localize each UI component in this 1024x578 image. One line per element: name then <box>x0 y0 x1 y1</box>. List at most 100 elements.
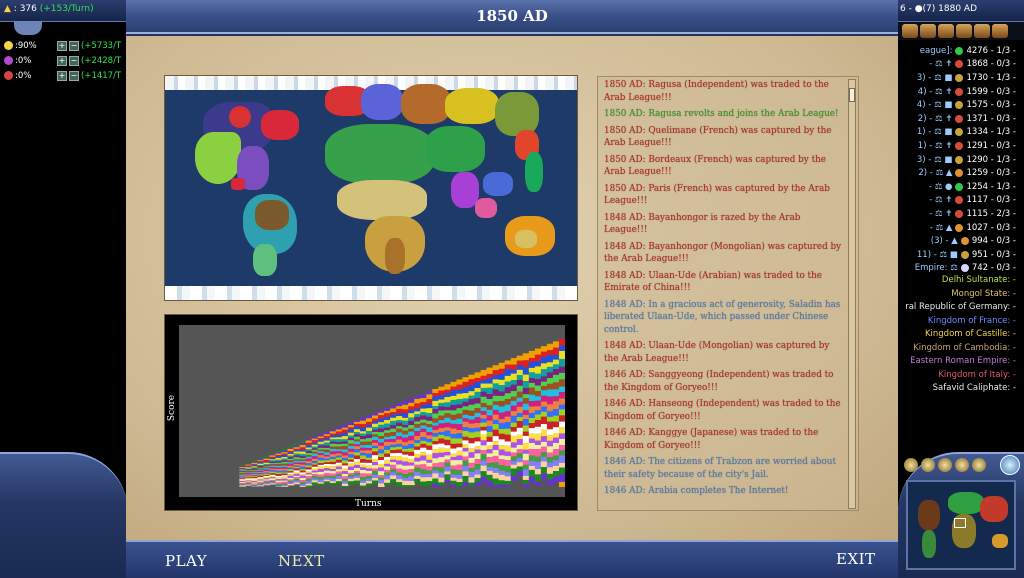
graph-band <box>359 427 367 432</box>
civ-row[interactable]: Kingdom of Italy: - <box>898 370 1024 384</box>
score-row[interactable]: - ⚖ ▲ 1027 - 0/3 - <box>898 221 1024 235</box>
increase-research-button[interactable]: + <box>57 40 67 51</box>
decrease-espionage-button[interactable]: − <box>69 70 79 81</box>
graph-band <box>299 464 307 467</box>
graph-band <box>522 435 530 444</box>
espionage-rate-row: :0% + − (+1417/T <box>4 68 128 83</box>
score-row[interactable]: 4) - ⚖ ■ 1575 - 0/3 - <box>898 98 1024 112</box>
score-row[interactable]: 2) - ⚖ ▲ 1259 - 0/3 - <box>898 166 1024 180</box>
graph-band <box>347 472 355 475</box>
next-button[interactable]: NEXT <box>278 552 325 570</box>
graph-band <box>426 473 433 478</box>
civ-row[interactable]: Kingdom of Cambodia: - <box>898 343 1024 357</box>
graph-band <box>474 423 482 428</box>
graph-band <box>251 466 259 468</box>
graph-band <box>426 427 433 433</box>
score-row[interactable]: 11) - ⚖ ■ 951 - 0/3 - <box>898 248 1024 262</box>
score-row[interactable]: eague]: 4276 - 1/3 - <box>898 44 1024 58</box>
graph-band <box>510 384 518 392</box>
graph-band <box>305 478 313 482</box>
score-row[interactable]: 1) - ⚖ ✝ 1291 - 0/3 - <box>898 139 1024 153</box>
graph-band <box>558 467 565 475</box>
score-row[interactable]: 4) - ⚖ ✝ 1599 - 0/3 - <box>898 85 1024 99</box>
graph-band <box>378 432 385 437</box>
graph-band <box>498 385 506 392</box>
civ-row[interactable]: ral Republic of Germany: - <box>898 302 1024 316</box>
map-filter-button[interactable] <box>921 458 935 472</box>
graph-band <box>522 464 530 470</box>
advisor-button[interactable] <box>974 24 990 38</box>
graph-band <box>474 453 482 460</box>
graph-band <box>426 445 433 450</box>
graph-band <box>450 480 458 485</box>
play-button[interactable]: PLAY <box>165 552 207 570</box>
civ-row[interactable]: Safavid Caliphate: - <box>898 383 1024 397</box>
minimap[interactable] <box>906 480 1016 570</box>
score-row[interactable]: 3) - ⚖ ■ 1730 - 1/3 - <box>898 71 1024 85</box>
graph-band <box>402 469 409 474</box>
score-row[interactable]: - ⚖ ✝ 1117 - 0/3 - <box>898 194 1024 208</box>
graph-band <box>480 476 488 483</box>
graph-band <box>323 477 331 480</box>
civ-row[interactable]: Delhi Sultanate: - <box>898 275 1024 289</box>
graph-band <box>275 484 283 487</box>
graph-band <box>239 485 246 487</box>
score-row[interactable]: - ⚖ ✝ 1868 - 0/3 - <box>898 58 1024 72</box>
increase-culture-button[interactable]: + <box>57 55 67 66</box>
graph-band <box>420 428 427 433</box>
graph-band <box>269 459 277 461</box>
score-row[interactable]: - ⚖ ✝ 1115 - 2/3 - <box>898 207 1024 221</box>
civ-row[interactable]: Eastern Roman Empire: - <box>898 356 1024 370</box>
advisor-button[interactable] <box>992 24 1008 38</box>
map-filter-button[interactable] <box>938 458 952 472</box>
graph-band <box>468 410 476 416</box>
graph-band <box>432 418 439 423</box>
civ-row[interactable]: Mongol State: - <box>898 289 1024 303</box>
graph-band <box>468 399 476 405</box>
map-filter-button[interactable] <box>972 458 986 472</box>
score-row[interactable]: 3) - ⚖ ■ 1290 - 1/3 - <box>898 153 1024 167</box>
score-row[interactable]: (3) - ▲ 994 - 0/3 - <box>898 234 1024 248</box>
civ-row[interactable]: Kingdom of France: - <box>898 316 1024 330</box>
graph-band <box>365 478 373 482</box>
graph-band <box>492 401 500 405</box>
event-log-scrollbar[interactable] <box>848 79 856 509</box>
graph-band <box>251 469 259 471</box>
event-log[interactable]: 1850 AD: Ragusa (Independent) was traded… <box>597 76 859 511</box>
graph-band <box>438 457 445 463</box>
graph-band <box>372 477 379 481</box>
advisor-button[interactable] <box>938 24 954 38</box>
civ-row[interactable]: Kingdom of Castille: - <box>898 329 1024 343</box>
decrease-research-button[interactable]: − <box>69 40 79 51</box>
zoom-globe-icon[interactable] <box>1000 455 1020 475</box>
score-row[interactable]: - ⚖ ● 1254 - 1/3 - <box>898 180 1024 194</box>
graph-band <box>480 402 488 408</box>
advisor-button[interactable] <box>956 24 972 38</box>
graph-band <box>335 464 343 467</box>
espionage-icon <box>4 71 13 80</box>
increase-espionage-button[interactable]: + <box>57 70 67 81</box>
graph-band <box>522 443 530 450</box>
scrollbar-thumb[interactable] <box>849 88 855 102</box>
graph-band <box>372 412 379 416</box>
graph-band <box>263 474 271 476</box>
advisor-button[interactable] <box>920 24 936 38</box>
graph-band <box>281 452 289 454</box>
graph-band <box>552 364 560 370</box>
graph-band <box>456 408 464 414</box>
score-row[interactable]: 1) - ⚖ ■ 1334 - 1/3 - <box>898 126 1024 140</box>
map-filter-button[interactable] <box>955 458 969 472</box>
exit-button[interactable]: EXIT <box>836 550 876 568</box>
graph-band <box>414 471 421 476</box>
score-row[interactable]: 2) - ⚖ ✝ 1371 - 0/3 - <box>898 112 1024 126</box>
graph-band <box>444 410 452 414</box>
advisor-button[interactable] <box>902 24 918 38</box>
map-filter-button[interactable] <box>904 458 918 472</box>
score-row[interactable]: Empire: ⚖ 742 - 0/3 - <box>898 262 1024 276</box>
graph-band <box>287 463 295 466</box>
score-value: 1599 - 0/3 - <box>966 86 1016 97</box>
graph-band <box>335 431 343 435</box>
decrease-culture-button[interactable]: − <box>69 55 79 66</box>
graph-band <box>546 452 554 458</box>
graph-band <box>378 438 385 443</box>
